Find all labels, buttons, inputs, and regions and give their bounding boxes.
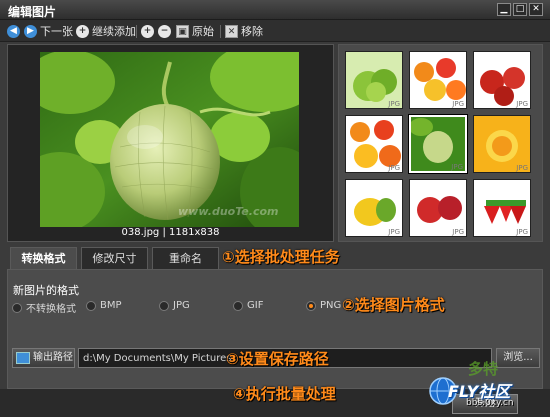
fly-community-logo: 多特 FLY社区 bbs.0xy.cn xyxy=(428,358,546,414)
thumbnail-item[interactable]: JPG xyxy=(345,115,403,173)
duote-watermark: 多特 xyxy=(468,360,499,378)
title-bar: 编辑图片 ▁ □ ✕ xyxy=(0,0,550,20)
radio-png[interactable]: PNG xyxy=(306,300,341,311)
format-section-label: 新图片的格式 xyxy=(13,284,79,297)
plus-icon: + xyxy=(76,24,89,38)
window-title: 编辑图片 xyxy=(8,5,57,19)
radio-icon xyxy=(159,300,169,311)
tab-resize[interactable]: 修改尺寸 xyxy=(81,247,148,269)
add-more-label: 继续添加 xyxy=(92,25,136,38)
image-preview-panel: www.duoTe.com 038.jpg | 1181x838 xyxy=(7,44,334,242)
thumbnail-item-selected[interactable]: JPG xyxy=(409,115,467,173)
zoom-in-button[interactable]: + xyxy=(141,23,154,39)
arrow-right-icon: ▶ xyxy=(24,24,37,38)
zoom-out-icon: − xyxy=(158,24,171,38)
close-icon[interactable]: ✕ xyxy=(529,3,543,16)
radio-no-convert[interactable]: 不转换格式 xyxy=(12,300,76,315)
arrow-left-icon: ◀ xyxy=(7,24,20,38)
tab-convert-format[interactable]: 转换格式 xyxy=(10,247,77,269)
logo-url: bbs.0xy.cn xyxy=(466,398,514,408)
prev-button[interactable]: ◀ xyxy=(7,23,20,39)
thumbnail-item[interactable]: JPG xyxy=(409,179,467,237)
folder-icon xyxy=(16,352,30,364)
annotation-step1: ①选择批处理任务 xyxy=(222,248,340,266)
thumbnail-item[interactable]: JPG xyxy=(409,51,467,109)
thumbnail-item[interactable]: JPG xyxy=(473,51,531,109)
toolbar-divider xyxy=(136,25,137,38)
annotation-step2: ②选择图片格式 xyxy=(342,296,445,314)
next-button[interactable]: ▶ 下一张 xyxy=(24,23,73,39)
thumbnail-item[interactable]: JPG xyxy=(473,179,531,237)
original-size-button[interactable]: ▣ 原始 xyxy=(176,23,214,39)
remove-icon: ✕ xyxy=(225,24,238,38)
preview-watermark: www.duoTe.com xyxy=(178,205,279,218)
original-size-icon: ▣ xyxy=(176,24,189,38)
remove-label: 移除 xyxy=(241,25,263,38)
toolbar: ◀ ▶ 下一张 + 继续添加 + − ▣ 原始 ✕ 移除 xyxy=(0,20,550,42)
annotation-step4: ④执行批量处理 xyxy=(233,385,336,403)
image-caption: 038.jpg | 1181x838 xyxy=(121,227,220,238)
radio-icon xyxy=(86,300,96,311)
preview-image xyxy=(40,52,299,227)
zoom-in-icon: + xyxy=(141,24,154,38)
radio-bmp[interactable]: BMP xyxy=(86,300,122,311)
original-size-label: 原始 xyxy=(192,25,214,38)
thumbnail-item[interactable]: JPG xyxy=(345,179,403,237)
tab-rename[interactable]: 重命名 xyxy=(152,247,219,269)
minimize-icon[interactable]: ▁ xyxy=(497,3,511,16)
add-more-button[interactable]: + 继续添加 xyxy=(76,23,136,39)
thumbnail-item[interactable]: JPG xyxy=(345,51,403,109)
annotation-step3: ③设置保存路径 xyxy=(226,350,329,368)
radio-gif[interactable]: GIF xyxy=(233,300,263,311)
radio-jpg[interactable]: JPG xyxy=(159,300,190,311)
radio-icon xyxy=(12,302,22,313)
thumbnail-item[interactable]: JPG xyxy=(473,115,531,173)
remove-button[interactable]: ✕ 移除 xyxy=(225,23,263,39)
zoom-out-button[interactable]: − xyxy=(158,23,171,39)
maximize-icon[interactable]: □ xyxy=(513,3,527,16)
output-path-button[interactable]: 输出路径 xyxy=(12,348,75,368)
thumbnail-grid: JPG JPG JPG JPG JPG JPG JPG JPG JPG xyxy=(338,44,543,242)
radio-selected-icon xyxy=(306,300,316,311)
next-label: 下一张 xyxy=(40,25,73,38)
toolbar-divider xyxy=(220,25,221,38)
radio-icon xyxy=(233,300,243,311)
